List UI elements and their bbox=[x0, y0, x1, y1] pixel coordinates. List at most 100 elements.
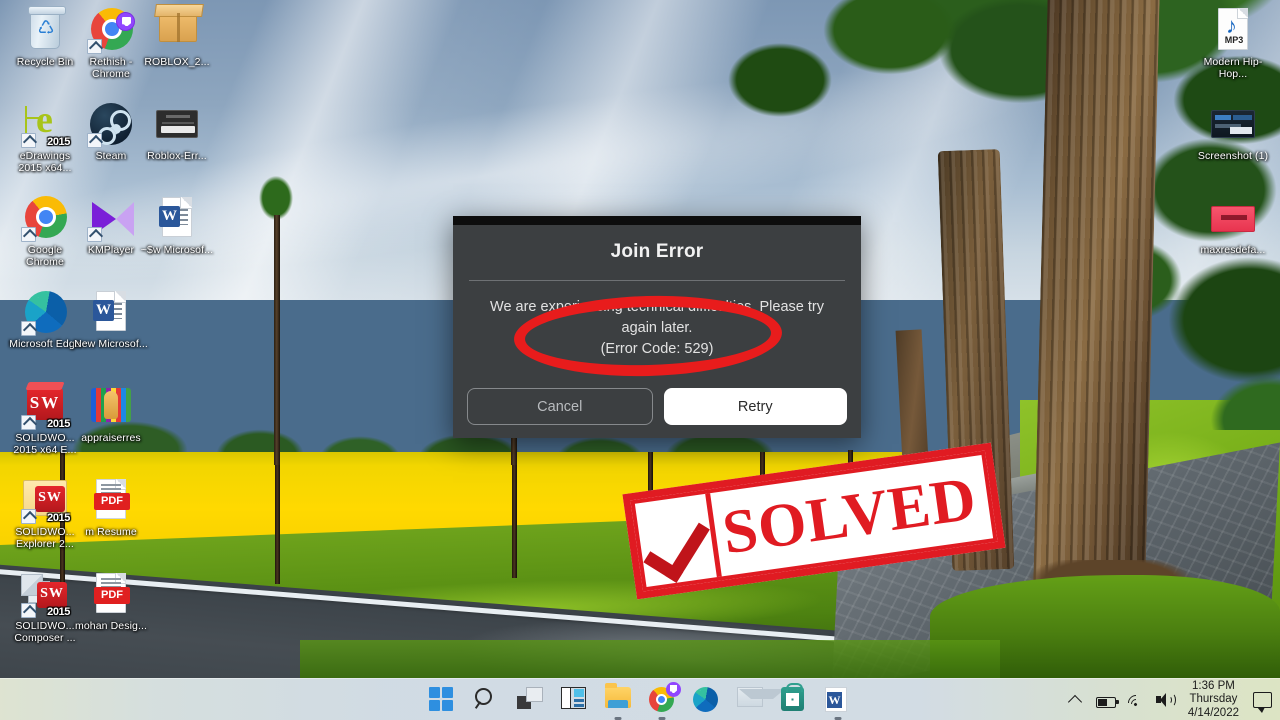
word-button[interactable] bbox=[825, 687, 851, 720]
desktop-icon-google-chrome[interactable]: Google Chrome bbox=[8, 194, 82, 268]
notification-icon[interactable] bbox=[1253, 692, 1272, 713]
shortcut-arrow-icon bbox=[21, 227, 36, 242]
show-hidden-icons-button[interactable] bbox=[1067, 691, 1085, 709]
windows-start-icon bbox=[429, 687, 453, 711]
cancel-button[interactable]: Cancel bbox=[467, 388, 653, 425]
desktop-icon-label: ROBLOX_2... bbox=[144, 56, 210, 68]
shortcut-arrow-icon bbox=[21, 133, 36, 148]
search-button[interactable] bbox=[473, 687, 499, 713]
desktop-icon-label: Screenshot (1) bbox=[1197, 150, 1269, 162]
dialog-error-code: (Error Code: 529) bbox=[600, 341, 714, 357]
dialog-message-line-2: again later. bbox=[621, 320, 693, 336]
microsoft-store-button[interactable] bbox=[781, 683, 807, 713]
widgets-button[interactable] bbox=[561, 687, 587, 713]
desktop-icon-modern-hip-hop-mp3[interactable]: ♪ MP3 Modern Hip-Hop... bbox=[1196, 6, 1270, 80]
chrome-icon bbox=[21, 194, 69, 242]
wallpaper-fence-post bbox=[512, 452, 517, 578]
desktop-icon-label: maxresdefa... bbox=[1200, 244, 1266, 256]
desktop-icon-label: eDrawings 2015 x64... bbox=[18, 150, 72, 174]
winrar-archive-icon bbox=[87, 382, 135, 430]
wallpaper-grass-strip bbox=[300, 640, 1000, 678]
desktop-icon-mohan-design-pdf[interactable]: PDF mohan Desig... bbox=[74, 570, 148, 632]
desktop-icon-appraiserres[interactable]: appraiserres bbox=[74, 382, 148, 444]
wallpaper-sapling-trunk bbox=[274, 215, 280, 465]
clock-time: 1:36 PM bbox=[1192, 679, 1235, 692]
desktop-icon-new-word-document[interactable]: W New Microsof... bbox=[74, 288, 148, 350]
dialog-message-line-1: We are experiencing technical difficulti… bbox=[490, 299, 824, 315]
desktop-screen: Recycle Bin Rethish - Chrome ROBLOX_2...… bbox=[0, 0, 1280, 720]
desktop-icon-label: SOLIDWO... Explorer 2... bbox=[15, 526, 75, 550]
chrome-button[interactable] bbox=[649, 682, 681, 720]
desktop-icon-microsoft-edge[interactable]: Microsoft Edge bbox=[8, 288, 82, 350]
desktop-icon-label: Modern Hip-Hop... bbox=[1203, 56, 1263, 80]
dialog-button-row: Cancel Retry bbox=[467, 388, 847, 425]
desktop-icon-label: Google Chrome bbox=[26, 244, 64, 268]
start-button[interactable] bbox=[429, 687, 455, 713]
task-view-icon bbox=[517, 687, 543, 709]
solidworks-composer-icon: SW 2015 bbox=[21, 570, 70, 618]
desktop-icon-solidworks-2015[interactable]: SW 2015 SOLIDWO... 2015 x64 E... bbox=[8, 382, 82, 456]
desktop-icon-label: KMPlayer bbox=[87, 244, 135, 256]
taskbar: 1:36 PM Thursday 4/14/2022 bbox=[0, 678, 1280, 720]
desktop-icon-recycle-bin[interactable]: Recycle Bin bbox=[8, 6, 82, 68]
desktop-icon-rethish-chrome[interactable]: Rethish - Chrome bbox=[74, 6, 148, 80]
desktop-icon-resume-pdf[interactable]: PDF m Resume bbox=[74, 476, 148, 538]
chrome-twitch-shortcut-icon bbox=[87, 6, 135, 54]
desktop-icon-label: SOLIDWO... 2015 x64 E... bbox=[13, 432, 77, 456]
desktop-icon-screenshot[interactable]: Screenshot (1) bbox=[1196, 100, 1270, 162]
kmplayer-icon bbox=[87, 194, 135, 242]
desktop-icon-label: Rethish - Chrome bbox=[89, 56, 133, 80]
file-explorer-button[interactable] bbox=[605, 683, 631, 720]
version-year-label: 2015 bbox=[47, 136, 70, 148]
desktop-icon-sw-word-temp[interactable]: W ~$w Microsof... bbox=[140, 194, 214, 256]
desktop-icon-label: Roblox-Err... bbox=[147, 150, 207, 162]
box-archive-icon bbox=[153, 6, 201, 54]
desktop-icon-steam[interactable]: Steam bbox=[74, 100, 148, 162]
twitch-badge-icon bbox=[666, 682, 681, 697]
clock[interactable]: 1:36 PM Thursday 4/14/2022 bbox=[1185, 680, 1242, 720]
desktop-icon-roblox-archive[interactable]: ROBLOX_2... bbox=[140, 6, 214, 68]
shortcut-arrow-icon bbox=[21, 415, 36, 430]
desktop-icon-label: New Microsof... bbox=[74, 338, 148, 350]
store-icon bbox=[781, 683, 804, 711]
folder-icon bbox=[605, 683, 631, 708]
widgets-icon bbox=[561, 687, 586, 709]
version-year-label: 2015 bbox=[47, 418, 70, 430]
battery-icon[interactable] bbox=[1095, 696, 1119, 708]
wifi-icon[interactable] bbox=[1124, 691, 1148, 714]
shortcut-arrow-icon bbox=[21, 321, 36, 336]
volume-icon[interactable] bbox=[1155, 692, 1176, 708]
edge-icon bbox=[21, 288, 69, 336]
task-view-button[interactable] bbox=[517, 687, 543, 713]
shortcut-arrow-icon bbox=[87, 39, 102, 54]
version-year-label: 2015 bbox=[47, 606, 70, 618]
desktop-icon-solidworks-explorer[interactable]: SW 2015 SOLIDWO... Explorer 2... bbox=[8, 476, 82, 550]
mail-icon bbox=[737, 687, 785, 707]
wallpaper-tree-trunk-main bbox=[1032, 0, 1160, 632]
desktop-icon-kmplayer[interactable]: KMPlayer bbox=[74, 194, 148, 256]
clock-date: 4/14/2022 bbox=[1187, 706, 1239, 719]
twitch-badge-icon bbox=[116, 12, 135, 31]
desktop-icon-roblox-error-image[interactable]: Roblox-Err... bbox=[140, 100, 214, 162]
mp3-file-icon: ♪ MP3 bbox=[1209, 6, 1257, 54]
shortcut-arrow-icon bbox=[87, 227, 102, 242]
desktop-icon-edrawings[interactable]: e 2015 eDrawings 2015 x64... bbox=[8, 100, 82, 174]
mail-button[interactable] bbox=[737, 687, 785, 713]
edge-button[interactable] bbox=[693, 687, 719, 713]
word-document-icon: W bbox=[153, 194, 201, 242]
desktop-icon-label: appraiserres bbox=[81, 432, 141, 444]
desktop-icon-maxresdefault[interactable]: maxresdefa... bbox=[1196, 194, 1270, 256]
dialog-title-bar bbox=[453, 216, 861, 225]
taskbar-app-group bbox=[429, 679, 851, 720]
dialog-message: We are experiencing technical difficulti… bbox=[453, 281, 861, 360]
desktop-icon-solidworks-composer[interactable]: SW 2015 SOLIDWO... Composer ... bbox=[8, 570, 82, 644]
checkmark-icon bbox=[634, 493, 722, 587]
image-thumbnail-icon bbox=[153, 100, 201, 148]
wallpaper-fence-post bbox=[275, 452, 280, 584]
image-file-icon bbox=[1209, 194, 1257, 242]
retry-button[interactable]: Retry bbox=[663, 388, 847, 425]
desktop-icon-label: ~$w Microsof... bbox=[140, 244, 214, 256]
solidworks-icon: SW 2015 bbox=[21, 382, 70, 430]
recycle-bin-icon bbox=[21, 6, 69, 54]
shortcut-arrow-icon bbox=[21, 603, 36, 618]
